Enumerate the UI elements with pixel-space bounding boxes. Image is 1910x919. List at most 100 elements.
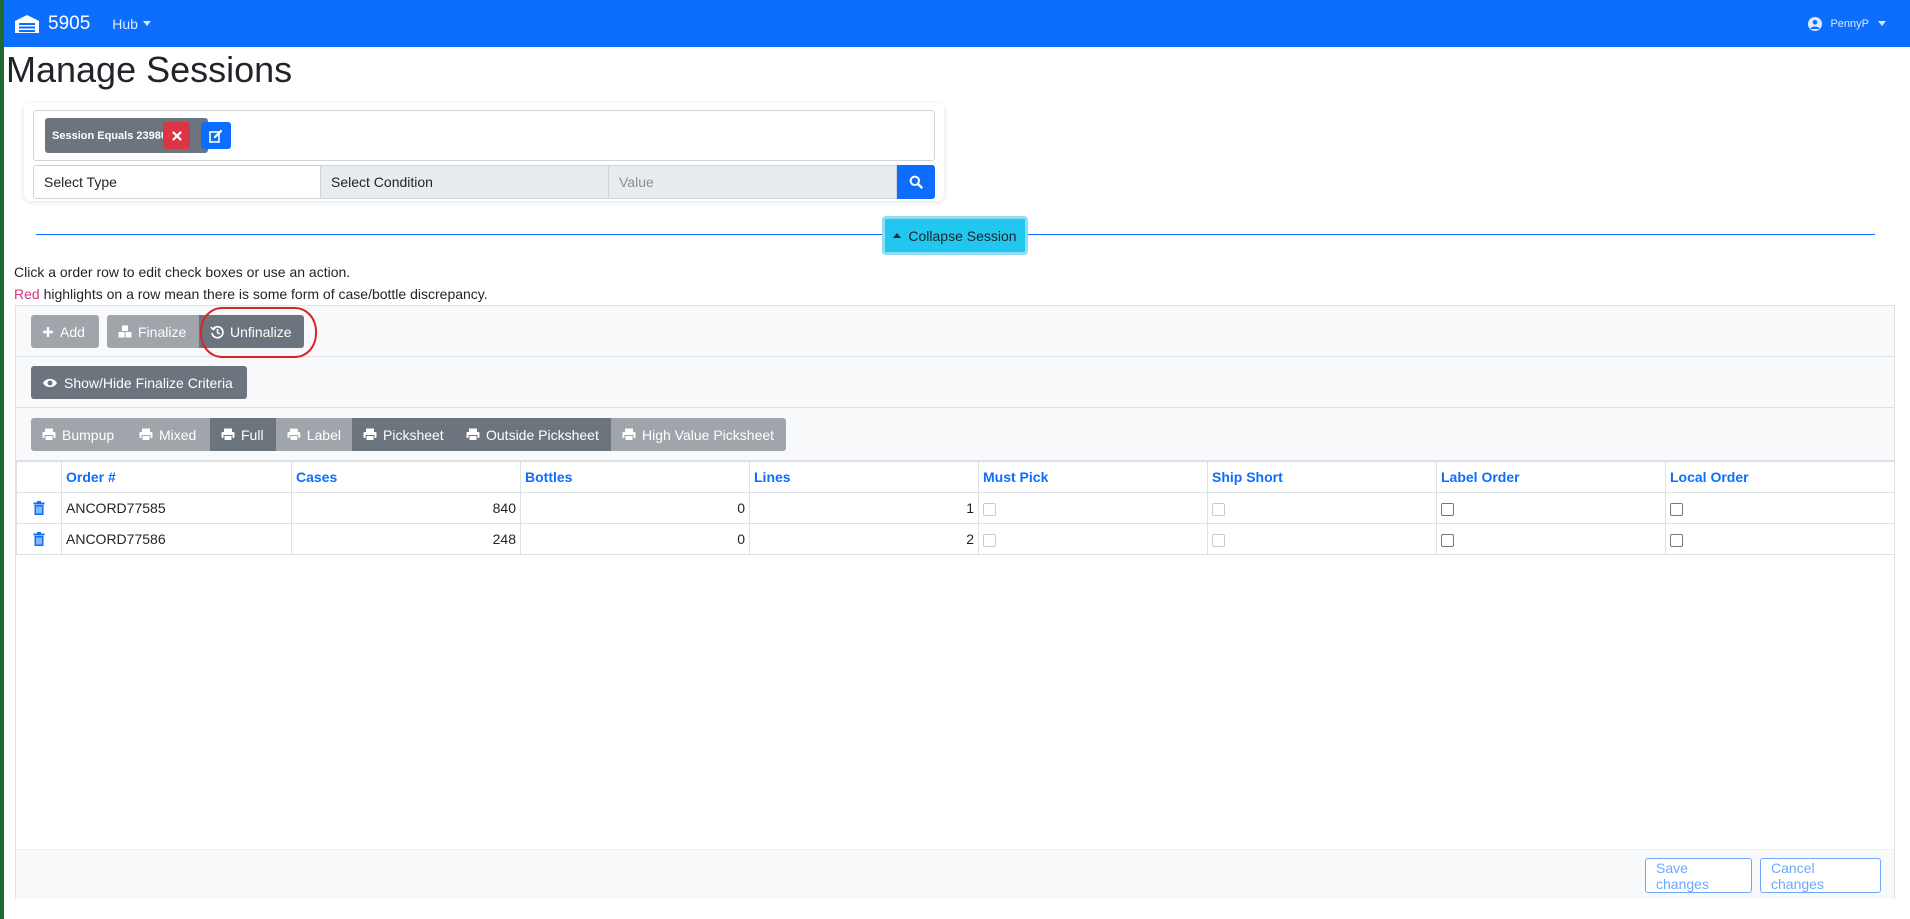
lines-cell: 2	[749, 523, 979, 555]
panel-footer: Save changes Cancel changes	[16, 849, 1894, 899]
help-text-discrepancy: Red highlights on a row mean there is so…	[14, 286, 488, 302]
user-menu[interactable]: PennyP	[1808, 0, 1886, 47]
printer-icon	[221, 428, 235, 441]
ship-short-cell	[1207, 492, 1437, 524]
collapse-session-button[interactable]: Collapse Session	[882, 216, 1028, 255]
header-label-order[interactable]: Label Order	[1436, 461, 1666, 493]
close-icon	[171, 130, 182, 141]
local-order-checkbox[interactable]	[1670, 533, 1683, 547]
select-condition-label: Select Condition	[331, 174, 433, 190]
print-toolbar: Bumpup Mixed Full Label Picksheet Outsid…	[16, 408, 1894, 461]
help-text-edit: Click a order row to edit check boxes or…	[14, 264, 351, 280]
hub-menu[interactable]: Hub	[112, 16, 151, 32]
must-pick-cell	[978, 492, 1208, 524]
unfinalize-button[interactable]: Unfinalize	[199, 315, 304, 348]
lines-cell: 1	[749, 492, 979, 524]
help-text-rest: highlights on a row mean there is some f…	[39, 286, 488, 302]
header-ship-short[interactable]: Ship Short	[1207, 461, 1437, 493]
header-lines[interactable]: Lines	[749, 461, 979, 493]
show-hide-criteria-button[interactable]: Show/Hide Finalize Criteria	[31, 366, 247, 399]
picksheet-label: Picksheet	[383, 426, 444, 443]
header-must-pick[interactable]: Must Pick	[978, 461, 1208, 493]
filter-card: Session Equals 23980 Select Type Select …	[24, 103, 944, 201]
print-mixed-button[interactable]: Mixed	[128, 418, 210, 451]
printer-icon	[466, 428, 480, 441]
header-local-order[interactable]: Local Order	[1665, 461, 1895, 493]
header-actions	[16, 461, 62, 493]
bottles-cell: 0	[520, 492, 750, 524]
print-high-value-picksheet-button[interactable]: High Value Picksheet	[611, 418, 786, 451]
chevron-down-icon	[1878, 21, 1886, 26]
print-bumpup-button[interactable]: Bumpup	[31, 418, 128, 451]
label-label: Label	[306, 426, 341, 443]
table-row[interactable]: ANCORD77586 248 0 2	[16, 523, 1895, 555]
action-toolbar: Add Finalize Unfinalize	[16, 306, 1894, 357]
add-label: Add	[60, 323, 85, 340]
trash-icon	[33, 532, 45, 546]
select-type-label: Select Type	[44, 174, 117, 190]
printer-icon	[139, 428, 153, 441]
print-outside-picksheet-button[interactable]: Outside Picksheet	[455, 418, 611, 451]
finalize-label: Finalize	[138, 323, 187, 340]
value-input[interactable]: Value	[609, 165, 897, 199]
delete-cell	[16, 523, 62, 555]
select-condition-dropdown[interactable]: Select Condition	[321, 165, 609, 199]
filter-builder: Select Type Select Condition Value	[33, 165, 935, 199]
header-cases[interactable]: Cases	[291, 461, 521, 493]
edit-filter-button[interactable]	[201, 122, 231, 149]
filter-chip-label: Session Equals 23980	[52, 129, 167, 142]
add-button[interactable]: Add	[31, 315, 99, 348]
criteria-toolbar: Show/Hide Finalize Criteria	[16, 357, 1894, 408]
ship-short-checkbox[interactable]	[1212, 502, 1225, 516]
header-bottles[interactable]: Bottles	[520, 461, 750, 493]
high-value-picksheet-label: High Value Picksheet	[642, 426, 775, 443]
must-pick-checkbox[interactable]	[983, 502, 996, 516]
red-keyword: Red	[14, 286, 40, 302]
unfinalize-label: Unfinalize	[230, 323, 292, 340]
delete-row-button[interactable]	[21, 501, 57, 515]
label-order-checkbox[interactable]	[1441, 502, 1454, 516]
print-label-button[interactable]: Label	[276, 418, 352, 451]
page-title: Manage Sessions	[6, 49, 293, 90]
brand-name: 5905	[48, 12, 91, 34]
full-label: Full	[241, 426, 264, 443]
delete-row-button[interactable]	[21, 532, 57, 546]
orders-table: Order # Cases Bottles Lines Must Pick Sh…	[16, 461, 1895, 555]
header-order[interactable]: Order #	[61, 461, 292, 493]
plus-icon	[43, 326, 53, 337]
must-pick-checkbox[interactable]	[983, 533, 996, 547]
order-number-cell: ANCORD77586	[61, 523, 292, 555]
printer-icon	[363, 428, 377, 441]
label-order-cell	[1436, 523, 1666, 555]
window-edge	[0, 0, 4, 919]
finalize-button[interactable]: Finalize	[107, 315, 199, 348]
local-order-cell	[1665, 523, 1895, 555]
local-order-checkbox[interactable]	[1670, 502, 1683, 516]
mixed-label: Mixed	[159, 426, 197, 443]
caret-up-icon	[893, 233, 902, 238]
delete-cell	[16, 492, 62, 524]
printer-icon	[287, 428, 301, 441]
ship-short-checkbox[interactable]	[1212, 533, 1225, 547]
chevron-down-icon	[142, 21, 151, 26]
print-full-button[interactable]: Full	[210, 418, 276, 451]
user-circle-icon	[1808, 16, 1823, 31]
cancel-changes-label: Cancel changes	[1771, 859, 1824, 892]
warehouse-icon	[15, 14, 39, 33]
print-picksheet-button[interactable]: Picksheet	[352, 418, 455, 451]
boxes-icon	[118, 325, 132, 338]
hub-label: Hub	[112, 15, 138, 32]
cancel-changes-button[interactable]: Cancel changes	[1760, 858, 1881, 893]
remove-filter-button[interactable]	[163, 122, 190, 149]
brand[interactable]: 5905	[14, 13, 90, 35]
select-type-dropdown[interactable]: Select Type	[33, 165, 321, 199]
show-hide-criteria-label: Show/Hide Finalize Criteria	[64, 374, 233, 391]
table-row[interactable]: ANCORD77585 840 0 1	[16, 492, 1895, 524]
bumpup-label: Bumpup	[62, 426, 115, 443]
user-name: PennyP	[1830, 17, 1869, 30]
search-button[interactable]	[897, 165, 935, 199]
label-order-checkbox[interactable]	[1441, 533, 1454, 547]
save-changes-button[interactable]: Save changes	[1645, 858, 1752, 893]
edit-icon	[209, 129, 223, 143]
save-changes-label: Save changes	[1656, 859, 1709, 892]
